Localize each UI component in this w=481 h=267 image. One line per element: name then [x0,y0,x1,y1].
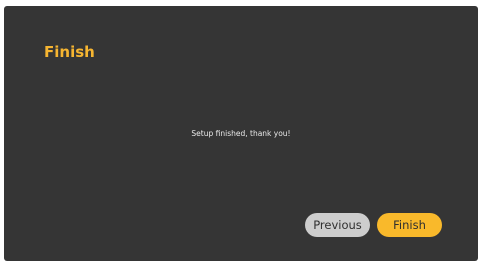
page-title: Finish [44,43,95,61]
setup-screen: Finish Setup finished, thank you! Previo… [4,6,478,261]
completion-message: Setup finished, thank you! [191,129,291,138]
finish-button[interactable]: Finish [377,213,442,237]
previous-button[interactable]: Previous [305,213,370,237]
